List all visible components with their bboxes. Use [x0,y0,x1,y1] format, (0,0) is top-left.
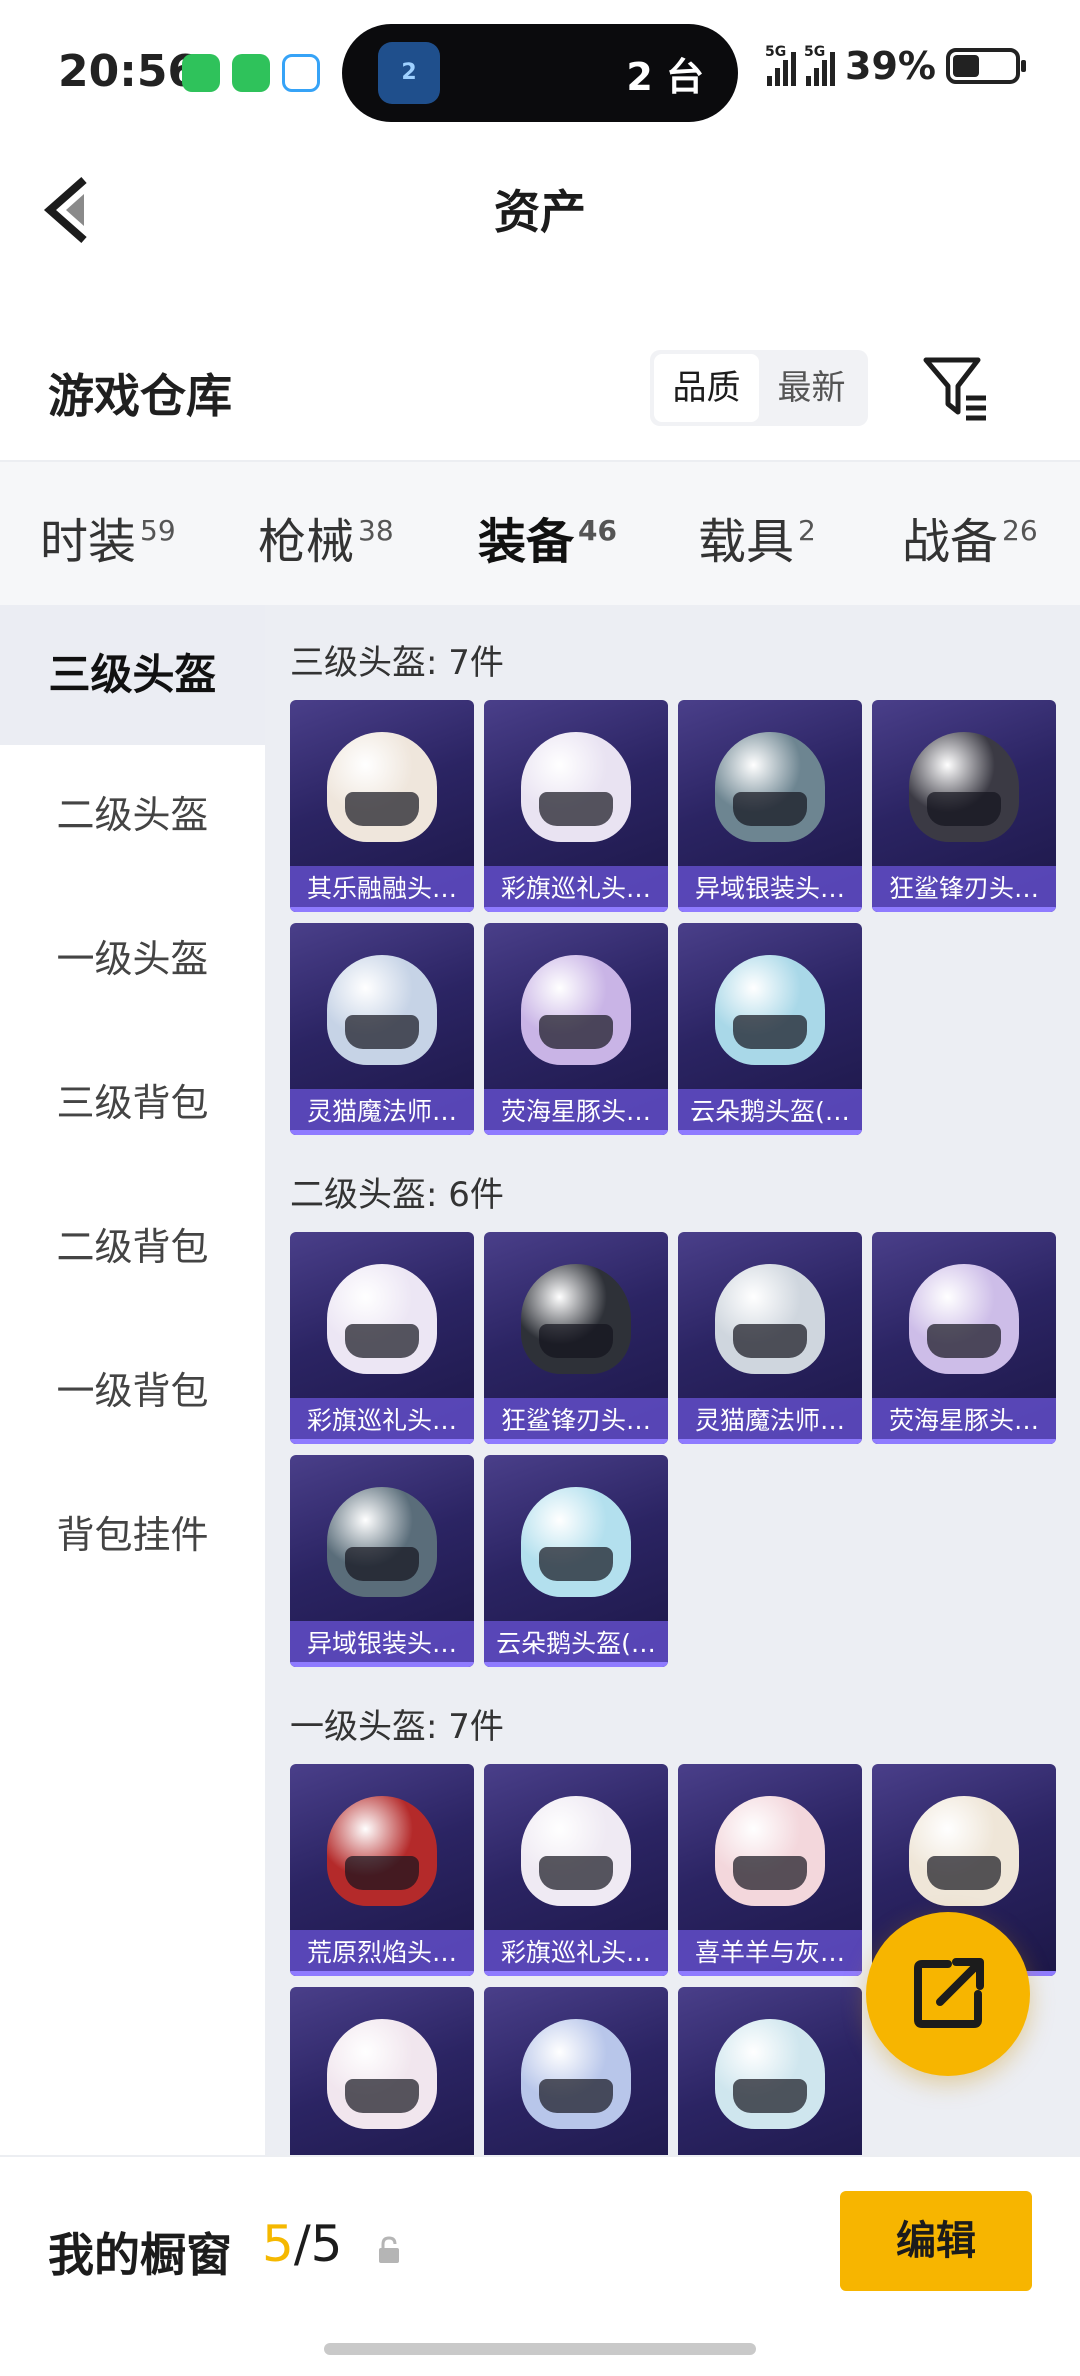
tab-vehicles[interactable]: 载具 2 [698,502,816,572]
lock-icon [379,2236,399,2263]
item-name: 彩旗巡礼头… [484,1930,668,1976]
sort-newest-button[interactable]: 最新 [759,354,864,422]
item-name: 云朵鹅头盔(… [678,1089,862,1135]
item-card[interactable] [484,1987,668,2155]
signal-label: 5G [765,44,787,60]
item-card[interactable]: 彩旗巡礼头… [484,700,668,912]
tab-supplies[interactable]: 战备 26 [902,502,1038,572]
tab-equipment[interactable]: 装备 46 [478,502,617,620]
item-card[interactable]: 彩旗巡礼头… [290,1232,474,1444]
item-name: 其乐融融头… [290,866,474,912]
item-card[interactable]: 狂鲨锋刃头… [872,700,1056,912]
side-item-level1-backpack[interactable]: 一级背包 [0,1321,265,1461]
home-indicator[interactable] [324,2343,756,2355]
item-card[interactable]: 云朵鹅头盔(… [484,1455,668,1667]
tab-label: 时装 [40,514,137,570]
status-time: 20:56 [58,46,199,97]
side-item-level3-backpack[interactable]: 三级背包 [0,1033,265,1173]
tab-fashion[interactable]: 时装 59 [40,502,176,572]
tab-label: 战备 [902,514,999,570]
signal-icon: 5G [804,44,836,86]
item-name: 狂鲨锋刃头… [484,1398,668,1444]
showcase-label: 我的橱窗 [48,2228,232,2282]
tab-label: 载具 [698,514,795,570]
side-item-level1-helmet[interactable]: 一级头盔 [0,889,265,1029]
showcase-count-current: 5 [262,2215,294,2273]
signal-label: 5G [804,44,826,60]
battery-icon [946,48,1026,84]
showcase-count: 5/5 [262,2215,342,2273]
item-card[interactable]: 异域银装头… [678,700,862,912]
item-name: 荒原烈焰头… [290,1930,474,1976]
notification-icons [182,54,320,92]
item-card[interactable] [290,1987,474,2155]
item-card[interactable]: 云朵鹅头盔(… [678,923,862,1135]
item-name: 云朵鹅头盔(… [484,1621,668,1667]
tab-count: 59 [140,514,176,547]
side-item-backpack-charm[interactable]: 背包挂件 [0,1465,265,1605]
tab-count: 2 [798,514,816,547]
item-card[interactable] [678,1987,862,2155]
page-title: 资产 [494,185,586,239]
item-name: 彩旗巡礼头… [290,1398,474,1444]
item-name: 彩旗巡礼头… [484,866,668,912]
item-name: 灵猫魔法师… [678,1398,862,1444]
side-item-level2-backpack[interactable]: 二级背包 [0,1177,265,1317]
wechat-icon [232,54,270,92]
share-button[interactable] [866,1912,1030,2076]
item-card[interactable]: 灵猫魔法师… [290,923,474,1135]
filter-icon[interactable] [920,352,990,422]
tab-label: 装备 [478,514,575,570]
item-card[interactable]: 彩旗巡礼头… [484,1764,668,1976]
item-name: 异域银装头… [290,1621,474,1667]
item-name: 异域银装头… [678,866,862,912]
item-name: 灵猫魔法师… [290,1089,474,1135]
share-icon [914,1958,984,2028]
side-nav: 三级头盔 二级头盔 一级头盔 三级背包 二级背包 一级背包 背包挂件 [0,605,265,2155]
app-header: 资产 [0,140,1080,270]
sort-quality-button[interactable]: 品质 [654,354,759,422]
item-card[interactable]: 荧海星豚头… [484,923,668,1135]
item-card[interactable]: 异域银装头… [290,1455,474,1667]
category-tabs: 时装 59 枪械 38 装备 46 载具 2 战备 26 [0,460,1080,620]
tab-count: 26 [1002,514,1038,547]
tab-count: 46 [578,514,617,547]
sort-toggle: 品质 最新 [650,350,868,426]
item-name: 喜羊羊与灰… [678,1930,862,1976]
showcase-bar: 我的橱窗 5/5 编辑 [0,2155,1080,2376]
showcase-count-total: /5 [293,2215,343,2273]
island-count: 2 台 [626,55,704,99]
warehouse-bar: 游戏仓库 品质 最新 [0,336,1080,446]
item-card[interactable]: 狂鲨锋刃头… [484,1232,668,1444]
hotspot-icon: 2 [378,42,440,104]
item-card[interactable]: 其乐融融头… [290,700,474,912]
section-title: 三级头盔: 7件 [290,643,504,683]
item-name: 荧海星豚头… [872,1398,1056,1444]
item-card[interactable]: 荧海星豚头… [872,1232,1056,1444]
battery-percent: 39% [845,44,936,88]
tab-label: 枪械 [258,514,355,570]
item-card[interactable]: 荒原烈焰头… [290,1764,474,1976]
section-title: 一级头盔: 7件 [290,1707,504,1747]
side-item-level3-helmet[interactable]: 三级头盔 [0,605,265,745]
tab-count: 38 [358,514,394,547]
edit-button[interactable]: 编辑 [840,2191,1032,2291]
item-card[interactable]: 喜羊羊与灰… [678,1764,862,1976]
wechat-icon [182,54,220,92]
side-item-level2-helmet[interactable]: 二级头盔 [0,745,265,885]
status-bar: 20:56 2 2 台 5G 5G 39% [0,0,1080,140]
tab-weapons[interactable]: 枪械 38 [258,502,394,572]
item-card[interactable]: 灵猫魔法师… [678,1232,862,1444]
item-name: 狂鲨锋刃头… [872,866,1056,912]
dynamic-island[interactable]: 2 2 台 [342,24,738,122]
app-notification-icon [282,54,320,92]
warehouse-title: 游戏仓库 [48,369,232,423]
item-name: 荧海星豚头… [484,1089,668,1135]
signal-icon: 5G [765,44,797,86]
status-right: 5G 5G 39% [765,44,1026,88]
section-title: 二级头盔: 6件 [290,1175,504,1215]
